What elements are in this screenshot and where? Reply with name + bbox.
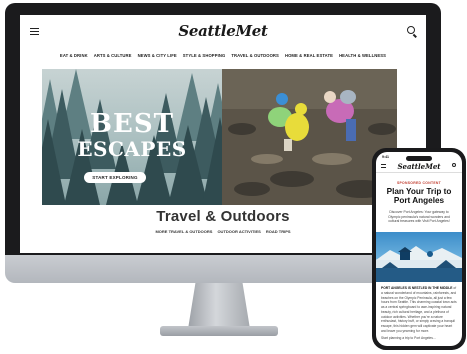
start-exploring-button[interactable]: START EXPLORING (84, 172, 146, 183)
article-footer[interactable]: Start planning a trip to Port Angeles... (381, 336, 457, 340)
phone-frame: 9:41 SeattleMet SPONSORED CONTENT Plan Y… (372, 148, 466, 350)
phone-divider (376, 172, 462, 173)
nav-item-home-real-estate[interactable]: HOME & REAL ESTATE (285, 53, 333, 58)
phone-logo[interactable]: SeattleMet (376, 162, 462, 171)
device-mockup: SeattleMet EAT & DRINK ARTS & CULTURE NE… (0, 0, 467, 354)
hero-photo[interactable] (222, 69, 397, 205)
status-time: 9:41 (382, 155, 390, 159)
hero-headline-line1: BEST (90, 109, 174, 139)
phone-notch (406, 156, 432, 161)
tidepool-photo (222, 69, 397, 205)
imac-stand (188, 283, 250, 329)
nav-item-style-shopping[interactable]: STYLE & SHOPPING (183, 53, 226, 58)
hero-promo: BEST ESCAPES START EXPLORING (42, 69, 222, 205)
section-subnav: MORE TRAVEL & OUTDOORS OUTDOOR ACTIVITIE… (20, 229, 426, 234)
article-title: Plan Your Trip to Port Angeles (386, 187, 452, 206)
article-body: PORT ANGELES IS NESTLED IN THE MIDDLE of… (381, 286, 457, 334)
nav-item-news-city-life[interactable]: NEWS & CITY LIFE (138, 53, 177, 58)
nav-item-health-wellness[interactable]: HEALTH & WELLNESS (339, 53, 386, 58)
sponsored-label: SPONSORED CONTENT (396, 181, 442, 185)
hero-headline-line2: ESCAPES (77, 137, 187, 161)
subnav-outdoor-activities[interactable]: OUTDOOR ACTIVITIES (217, 229, 260, 234)
imac-foot (160, 326, 278, 336)
section-title: Travel & Outdoors (156, 208, 290, 225)
phone-screen: 9:41 SeattleMet SPONSORED CONTENT Plan Y… (376, 152, 462, 346)
site-header: SeattleMet (20, 15, 426, 49)
main-nav: EAT & DRINK ARTS & CULTURE NEWS & CITY L… (20, 49, 426, 62)
article-image (376, 232, 462, 282)
nav-item-eat-drink[interactable]: EAT & DRINK (60, 53, 88, 58)
subnav-more-travel[interactable]: MORE TRAVEL & OUTDOORS (155, 229, 212, 234)
phone-search-icon[interactable] (452, 163, 456, 167)
site-logo[interactable]: SeattleMet (20, 22, 426, 40)
hero-banner: BEST ESCAPES START EXPLORING (42, 69, 397, 205)
article-body-lead: PORT ANGELES IS NESTLED IN THE MIDDLE (381, 286, 453, 290)
subnav-road-trips[interactable]: ROAD TRIPS (266, 229, 291, 234)
article-intro: Discover Port Angeles: Your gateway to O… (388, 210, 450, 224)
lake-illustration (376, 246, 462, 282)
article-body-text: of a natural wonderland of mountains, ra… (381, 286, 457, 333)
nav-item-arts-culture[interactable]: ARTS & CULTURE (94, 53, 132, 58)
nav-item-travel-outdoors[interactable]: TRAVEL & OUTDOORS (231, 53, 279, 58)
desktop-screen: SeattleMet EAT & DRINK ARTS & CULTURE NE… (20, 15, 426, 253)
search-icon[interactable] (407, 26, 415, 34)
